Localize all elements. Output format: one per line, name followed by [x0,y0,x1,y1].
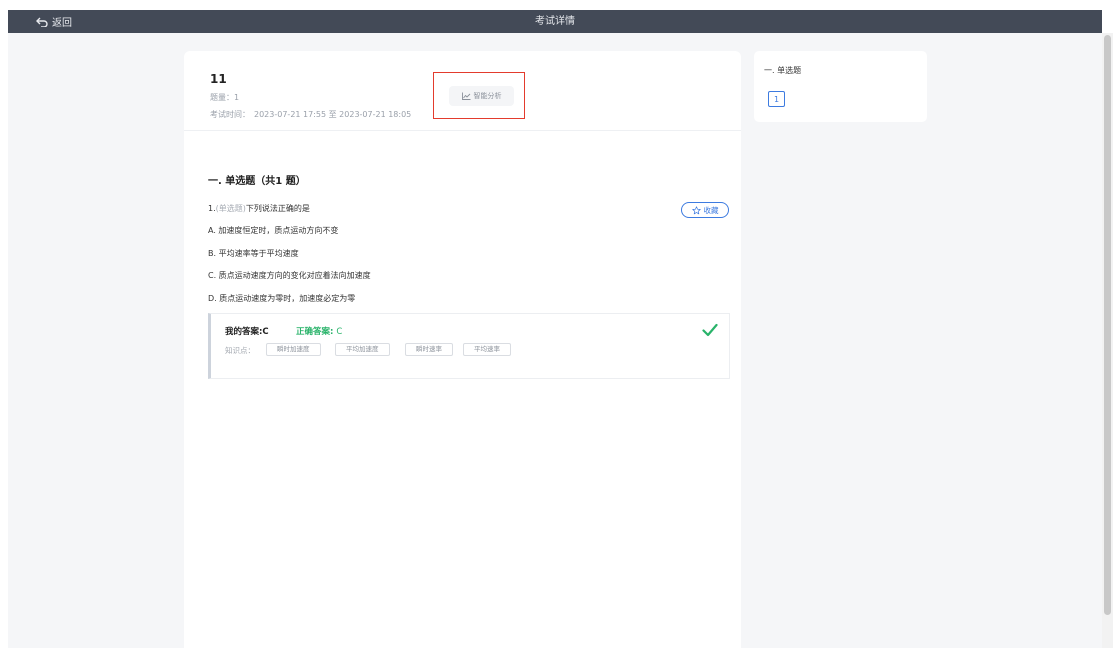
exam-time-label: 考试时间： [210,110,250,119]
knowledge-tag[interactable]: 瞬时加速度 [266,343,321,356]
smart-analysis-button[interactable]: 智能分析 [449,86,514,106]
knowledge-tag[interactable]: 平均速率 [463,343,511,356]
page-title: 考试详情 [535,16,575,27]
option-d: D. 质点运动速度为零时，加速度必定为零 [208,294,356,303]
checkmark-icon [702,323,718,337]
option-b: B. 平均速率等于平均速度 [208,249,299,258]
question-type: (单选题) [215,204,246,213]
exam-title: 11 [210,72,227,86]
nav-section-title: 一. 单选题 [764,66,802,75]
question-count: 题量：1 [210,93,240,102]
knowledge-tag[interactable]: 平均加速度 [335,343,390,356]
exam-time-range: 2023-07-21 17:55 至 2023-07-21 18:05 [254,110,412,119]
knowledge-tag[interactable]: 瞬时速率 [405,343,453,356]
star-outline-icon [691,205,701,214]
smart-analysis-label: 智能分析 [473,92,502,100]
question-stem: 1.(单选题)下列说法正确的是 [208,203,310,214]
exam-detail-card: 11 题量：1 考试时间： 2023-07-21 17:55 至 2023-07-… [184,51,741,648]
line-chart-icon [461,92,470,100]
question-nav-card: 一. 单选题 1 [754,51,927,122]
option-c: C. 质点运动速度方向的变化对应着法向加速度 [208,271,371,280]
question-number: 1. [208,204,216,213]
favorite-label: 收藏 [703,205,719,215]
question-nav-item[interactable]: 1 [768,91,785,107]
scrollbar[interactable] [1102,33,1113,648]
answer-panel: 我的答案:C 正确答案: C 知识点： 瞬时加速度 平均加速度 瞬时速率 平均速… [208,313,730,379]
my-answer: 我的答案:C [225,327,269,337]
question-text: 下列说法正确的是 [245,204,310,213]
exam-time: 考试时间： 2023-07-21 17:55 至 2023-07-21 18:05 [210,109,415,120]
section-title: 一. 单选题（共1 题） [208,176,306,187]
option-a: A. 加速度恒定时，质点运动方向不变 [208,226,339,235]
scrollbar-thumb[interactable] [1104,35,1111,615]
exam-header: 11 题量：1 考试时间： 2023-07-21 17:55 至 2023-07-… [184,51,741,131]
correct-answer: 正确答案: C [296,325,342,337]
correct-answer-label: 正确答案: [296,327,334,337]
favorite-button[interactable]: 收藏 [681,202,729,218]
top-bar: 返回 考试详情 [8,10,1102,33]
knowledge-points-label: 知识点： [225,346,255,355]
correct-answer-value: C [336,327,343,337]
